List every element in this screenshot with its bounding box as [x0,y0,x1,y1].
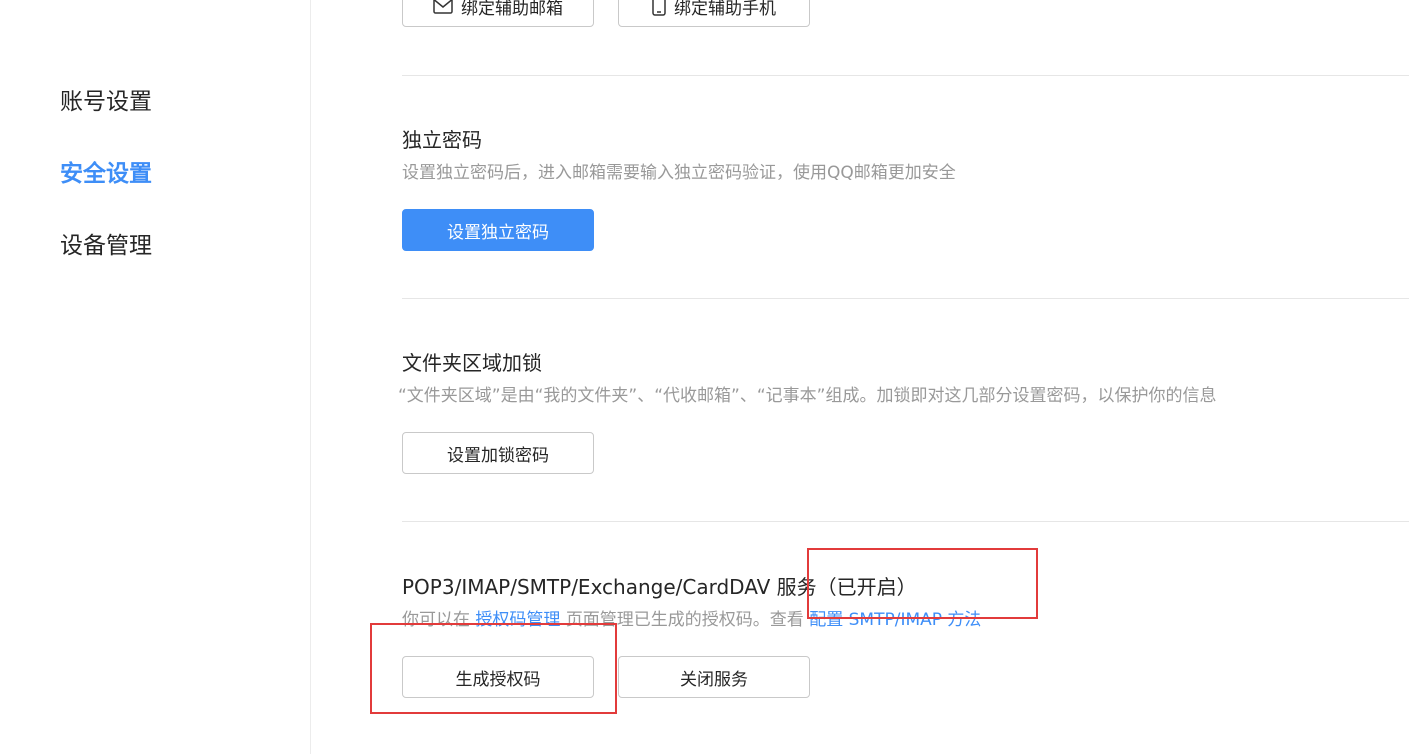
set-lock-password-button[interactable]: 设置加锁密码 [402,432,594,474]
pop3-service-name: POP3/IMAP/SMTP/Exchange/CardDAV 服务 [402,575,817,599]
desc-middle: 页面管理已生成的授权码。查看 [565,610,804,630]
divider [402,298,1409,299]
pop3-service-title: POP3/IMAP/SMTP/Exchange/CardDAV 服务（已开启） [402,574,917,600]
pop3-service-status: （已开启） [816,575,917,599]
bind-email-label: 绑定辅助邮箱 [461,0,563,19]
set-independent-password-button[interactable]: 设置独立密码 [402,209,594,251]
folder-lock-title: 文件夹区域加锁 [402,351,542,375]
folder-lock-desc: “文件夹区域”是由“我的文件夹”、“代收邮箱”、“记事本”组成。加锁即对这几部分… [398,386,1217,406]
bind-phone-label: 绑定辅助手机 [674,0,776,19]
sidebar: 账号设置 安全设置 设备管理 [0,0,311,754]
auth-code-management-link[interactable]: 授权码管理 [475,610,560,630]
phone-icon [652,0,666,16]
sidebar-item-security-settings[interactable]: 安全设置 [60,159,152,189]
divider [402,521,1409,522]
divider [402,75,1409,76]
sidebar-item-account-settings[interactable]: 账号设置 [60,87,152,117]
desc-prefix: 你可以在 [402,610,470,630]
pop3-service-desc: 你可以在 授权码管理 页面管理已生成的授权码。查看 配置 SMTP/IMAP 方… [402,608,981,632]
bind-email-button[interactable]: 绑定辅助邮箱 [402,0,594,27]
bind-phone-button[interactable]: 绑定辅助手机 [618,0,810,27]
mail-icon [433,0,453,14]
independent-password-title: 独立密码 [402,128,482,152]
independent-password-desc: 设置独立密码后，进入邮箱需要输入独立密码验证，使用QQ邮箱更加安全 [402,163,956,183]
generate-auth-code-button[interactable]: 生成授权码 [402,656,594,698]
sidebar-item-device-management[interactable]: 设备管理 [60,231,152,261]
configure-smtp-imap-link[interactable]: 配置 SMTP/IMAP 方法 [809,610,981,630]
security-settings-panel: 绑定辅助邮箱 绑定辅助手机 独立密码 设置独立密码后，进入邮箱需要输入独立密码验… [398,0,1409,754]
close-service-button[interactable]: 关闭服务 [618,656,810,698]
